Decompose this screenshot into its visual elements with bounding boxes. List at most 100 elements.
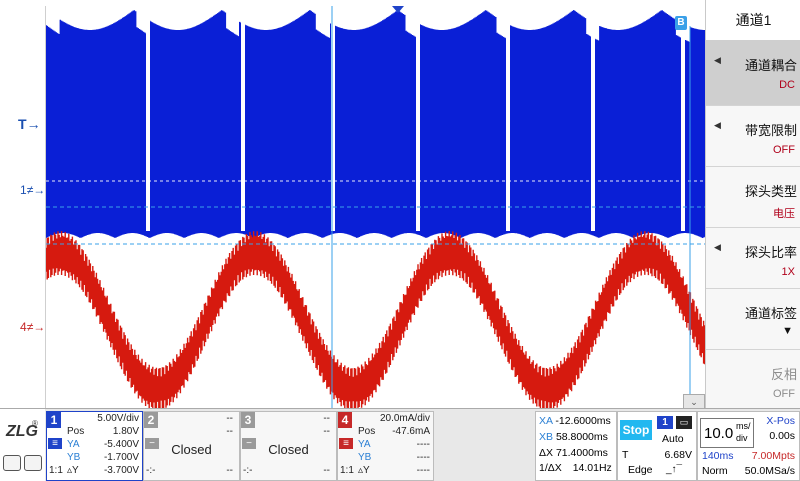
trigger-slope-icon: ▭	[676, 416, 692, 429]
ch4-ya-value: ----	[416, 439, 430, 450]
dy-label: ▵Y	[67, 465, 79, 476]
ch1-gap-5	[591, 6, 595, 231]
menu-item-probe-type[interactable]: 探头类型 电压	[706, 167, 800, 228]
menu-item-channel-label[interactable]: 通道标签 ▼	[706, 289, 800, 350]
touch-lock-icon[interactable]	[3, 455, 21, 471]
xb-row: XB 58.8000ms	[539, 431, 615, 443]
trigger-level: 6.68V	[664, 449, 692, 461]
timebase-scale-control[interactable]: 10.0 ms/ div	[700, 418, 754, 448]
channel-number-badge: 4	[338, 412, 352, 428]
ch1-waveform	[46, 10, 706, 238]
menu-title: 通道1	[706, 0, 800, 41]
dc-coupling-icon: ≡	[339, 438, 353, 449]
channel-number-badge: 3	[241, 412, 255, 428]
ya-label: YA	[67, 439, 80, 450]
left-marker-gutter: T→ 1≠→ 4≠→	[0, 0, 45, 408]
xb-value: 58.8000ms	[555, 431, 608, 443]
channel-4-box[interactable]: 4 20.0mA/div Pos -47.6mA ≡ YA ---- YB --…	[337, 411, 434, 481]
channel-pos-label: Pos	[358, 426, 376, 437]
channel-scale: 20.0mA/div	[379, 413, 430, 424]
menu-item-bandwidth-limit[interactable]: ◀ 带宽限制 OFF	[706, 106, 800, 167]
channel-status: Closed	[268, 442, 309, 457]
ch4-dy-value: ----	[416, 465, 430, 476]
waveform-display[interactable]: B ⌄	[45, 6, 707, 408]
dx-value: 71.4000ms	[555, 447, 608, 459]
probe-placeholder: -:-	[146, 465, 156, 476]
probe-placeholder: -:-	[243, 465, 253, 476]
menu-item-value: DC	[779, 79, 795, 91]
yb-label: YB	[358, 452, 372, 463]
ch1-gap-4	[506, 6, 510, 231]
channel-number-badge: 1	[47, 412, 61, 428]
ch1-offset-marker[interactable]: 1≠→	[20, 183, 45, 197]
run-stop-button[interactable]: Stop	[620, 420, 652, 440]
menu-item-label: 通道耦合	[744, 58, 797, 73]
menu-left-arrow-icon: ◀	[714, 55, 721, 65]
xa-value: -12.6000ms	[555, 415, 611, 427]
channel-number-badge: 2	[144, 412, 158, 428]
timebase-box[interactable]: 10.0 ms/ div X-Pos 0.00s 140ms 7.00Mpts …	[697, 411, 800, 481]
status-bar: ZLG ® 1 5.00V/div Pos 1.80V ≡ YA -5.400V…	[0, 408, 800, 481]
timebase-unit-top: ms/	[736, 421, 751, 431]
ch1-ya-value: -5.400V	[103, 439, 139, 450]
menu-left-arrow-icon: ◀	[714, 120, 721, 130]
menu-item-coupling[interactable]: ◀ 通道耦合 DC	[706, 41, 800, 106]
channel-scale: --	[323, 413, 330, 424]
trigger-level-marker[interactable]: T→	[18, 116, 41, 132]
menu-item-label: 通道标签	[744, 306, 797, 321]
dx-label: ΔX	[539, 447, 554, 459]
menu-item-probe-ratio[interactable]: ◀ 探头比率 1X	[706, 228, 800, 289]
ch4-yb-value: ----	[416, 452, 430, 463]
ch4-offset-marker[interactable]: 4≠→	[20, 320, 45, 334]
channel-status: Closed	[171, 442, 212, 457]
ch1-gap-0	[146, 6, 150, 231]
xpos-value: 0.00s	[769, 430, 795, 442]
registered-mark: ®	[32, 419, 38, 428]
trigger-box[interactable]: Stop 1 ▭ Auto T 6.68V Edge _↑¯	[617, 411, 697, 481]
probe-ratio-label: 1:1	[49, 465, 63, 476]
channel-3-box[interactable]: 3 -- -- − Closed -- -:-	[240, 411, 337, 481]
menu-item-invert[interactable]: 反相 OFF	[706, 350, 800, 410]
channel-pos: -47.6mA	[392, 426, 430, 437]
channel-2-box[interactable]: 2 -- -- − Closed -- -:-	[143, 411, 240, 481]
channel-bottom: --	[323, 465, 330, 476]
channel-menu-panel: 通道1 ◀ 通道耦合 DC ◀ 带宽限制 OFF 探头类型 电压 ◀ 探头比率 …	[705, 0, 800, 410]
menu-left-arrow-icon: ◀	[714, 242, 721, 252]
ch1-gap-1	[241, 6, 245, 231]
timebase-unit-bottom: div	[736, 433, 748, 443]
acquisition-mode: Norm	[702, 465, 728, 477]
trigger-source-badge: 1	[657, 416, 673, 429]
cursor-readout[interactable]: XA -12.6000ms XB 58.8000ms ΔX 71.4000ms …	[535, 411, 617, 481]
channel-1-box[interactable]: 1 5.00V/div Pos 1.80V ≡ YA -5.400V YB -1…	[46, 411, 143, 481]
menu-item-label: 探头比率	[744, 245, 797, 260]
rising-edge-icon: _↑¯	[666, 464, 683, 475]
probe-ratio-label: 1:1	[340, 465, 354, 476]
scroll-down-icon[interactable]: ⌄	[683, 394, 705, 408]
ch1-dy-value: -3.700V	[103, 465, 139, 476]
ch1-gap-3	[416, 6, 420, 231]
xa-row: XA -12.6000ms	[539, 415, 615, 427]
trigger-level-label: T	[622, 449, 629, 461]
channel-pos-label: Pos	[67, 426, 85, 437]
logo-area: ZLG ®	[0, 409, 45, 481]
cursor-b-badge[interactable]: B	[675, 16, 687, 30]
inv-dx-value: 14.01Hz	[572, 462, 612, 474]
menu-item-value: OFF	[773, 388, 795, 400]
waveform-canvas	[46, 6, 706, 408]
xb-label: XB	[539, 431, 554, 443]
screenshot-icon[interactable]	[24, 455, 42, 471]
sample-rate: 50.0MSa/s	[744, 465, 795, 477]
channel-scale: 5.00V/div	[97, 413, 139, 424]
ch1-yb-value: -1.700V	[103, 452, 139, 463]
yb-label: YB	[67, 452, 81, 463]
inv-dx-label: 1/ΔX	[539, 462, 562, 474]
trigger-position-marker[interactable]	[392, 6, 404, 13]
xa-label: XA	[539, 415, 553, 427]
timebase-scale: 10.0	[704, 425, 734, 442]
menu-item-label: 探头类型	[744, 184, 797, 199]
menu-item-label: 反相	[770, 367, 797, 382]
freq-row: 1/ΔX 14.01Hz	[539, 462, 615, 474]
record-length: 140ms	[702, 450, 734, 462]
menu-item-value: 电压	[773, 208, 795, 220]
memory-depth: 7.00Mpts	[751, 450, 795, 462]
